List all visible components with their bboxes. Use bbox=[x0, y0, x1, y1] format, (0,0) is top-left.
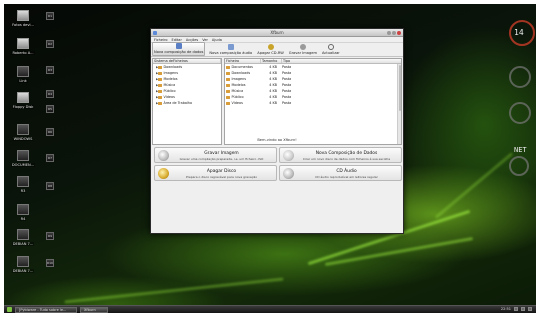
menu-ajuda[interactable]: Ajuda bbox=[212, 38, 222, 42]
toolbar-erase-cdrw-button[interactable]: Apagar CD-RW bbox=[256, 44, 285, 56]
net-gadget-label: NET bbox=[514, 146, 527, 154]
audio-cd-action-button[interactable]: CD Áudio CD áudio reproduzível em leitor… bbox=[279, 165, 402, 181]
refresh-icon bbox=[327, 44, 334, 50]
welcome-text: Bem-vindo ao Xfburn! bbox=[257, 138, 297, 142]
folder-icon bbox=[226, 95, 230, 99]
file-list[interactable]: Ficheiro Tamanho Tipo Documentos 4 KB Past… bbox=[224, 58, 402, 145]
desktop-icon-roberto[interactable]: Roberto A... bbox=[8, 38, 38, 55]
desktop-small-icon[interactable]: R9 bbox=[46, 232, 54, 240]
tray-network-icon[interactable] bbox=[514, 307, 518, 311]
audio-cd-icon bbox=[283, 168, 294, 179]
folder-icon bbox=[226, 71, 230, 75]
desktop-small-icon[interactable]: R8 bbox=[46, 182, 54, 190]
browser-panes: Sistema deFicheiros ▶Downloads ▶Imagens … bbox=[152, 58, 402, 145]
desktop-icon-windows[interactable]: WINDOWS bbox=[8, 124, 38, 141]
toolbar-new-data-composition-button[interactable]: Nova composição de dados bbox=[152, 42, 206, 56]
taskbar-task-browser[interactable]: [Pybiware - Tudo sobre le... bbox=[15, 306, 77, 313]
desktop-icon-r4[interactable]: R4 bbox=[8, 204, 38, 221]
audio-composition-icon bbox=[227, 44, 234, 50]
desktop-small-icon[interactable]: R7 bbox=[46, 154, 54, 162]
start-menu-icon[interactable] bbox=[7, 307, 12, 312]
taskbar-task-xfburn[interactable]: Xfburn bbox=[80, 306, 108, 313]
window-titlebar[interactable]: Xfburn bbox=[151, 29, 403, 37]
erase-disc-icon bbox=[267, 44, 274, 50]
file-list-scrollbar[interactable] bbox=[397, 64, 401, 144]
folder-icon bbox=[158, 71, 162, 75]
desktop-icon-link[interactable]: Link bbox=[8, 66, 38, 83]
desktop-icon-r3[interactable]: R3 bbox=[8, 176, 38, 193]
tree-item-area-de-trabalho[interactable]: ▶Área de Trabalho bbox=[153, 100, 221, 106]
new-data-composition-action-button[interactable]: Nova Composição de Dados Criar um novo d… bbox=[279, 147, 402, 163]
column-header-tipo[interactable]: Tipo bbox=[282, 59, 322, 63]
data-composition-icon bbox=[175, 43, 182, 49]
desktop-icon-documentos[interactable]: DOCUMEN... bbox=[8, 150, 38, 167]
folder-icon bbox=[158, 101, 162, 105]
menu-ficheiro[interactable]: Ficheiro bbox=[154, 38, 168, 42]
maximize-button[interactable] bbox=[392, 30, 396, 35]
tray-power-icon[interactable] bbox=[528, 307, 532, 311]
folder-icon bbox=[158, 83, 162, 87]
column-header-tamanho[interactable]: Tamanho bbox=[261, 59, 282, 63]
desktop-small-icon[interactable]: R2 bbox=[46, 40, 54, 48]
burn-image-action-button[interactable]: Gravar Imagem Gravar uma compilação prep… bbox=[154, 147, 277, 163]
wallpaper-streak bbox=[64, 277, 284, 304]
taskbar: [Pybiware - Tudo sobre le... Xfburn 22:5… bbox=[4, 305, 536, 313]
burn-image-icon bbox=[158, 150, 169, 161]
desktop-small-icon[interactable]: R4 bbox=[46, 90, 54, 98]
folder-icon bbox=[158, 65, 162, 69]
folder-icon bbox=[158, 89, 162, 93]
desktop-small-icon[interactable]: R10 bbox=[46, 259, 54, 267]
folder-icon bbox=[158, 95, 162, 99]
column-header-ficheiro[interactable]: Ficheiro bbox=[225, 59, 261, 63]
cpu-gadget bbox=[509, 66, 531, 88]
clock-gadget-time: 14 bbox=[514, 28, 524, 37]
erase-disc-action-button[interactable]: Apagar Disco Prepara o disco regravável … bbox=[154, 165, 277, 181]
menu-editar[interactable]: Editar bbox=[172, 38, 182, 42]
folder-icon bbox=[226, 89, 230, 93]
menu-accoes[interactable]: Acções bbox=[186, 38, 198, 42]
toolbar-refresh-button[interactable]: Actualizar bbox=[321, 44, 341, 56]
net-gadget bbox=[509, 156, 529, 176]
toolbar-burn-image-button[interactable]: Gravar Imagem bbox=[288, 44, 318, 56]
memory-gadget bbox=[509, 102, 531, 124]
desktop-small-icon[interactable]: R6 bbox=[46, 128, 54, 136]
desktop-icon-fotos[interactable]: Fotos devi... bbox=[8, 10, 38, 27]
desktop-icon-floppy[interactable]: Floppy Disk bbox=[8, 92, 38, 109]
toolbar-new-audio-composition-button[interactable]: Nova composição áudio bbox=[208, 44, 253, 56]
wallpaper-streak bbox=[434, 152, 514, 219]
desktop-small-icon[interactable]: R1 bbox=[46, 12, 54, 20]
toolbar: Nova composição de dados Nova composição… bbox=[151, 42, 403, 57]
desktop-icon-debian-2[interactable]: DEBIAN 7... bbox=[8, 256, 38, 273]
window-title: Xfburn bbox=[270, 30, 284, 35]
system-tray: 22:51 bbox=[501, 307, 532, 311]
folder-icon bbox=[226, 83, 230, 87]
desktop-small-icon[interactable]: R3 bbox=[46, 66, 54, 74]
minimize-button[interactable] bbox=[387, 30, 391, 35]
file-row[interactable]: Vídeos 4 KB Pasta bbox=[225, 100, 401, 106]
xfburn-window: Xfburn Ficheiro Editar Acções Ver Ajuda … bbox=[150, 28, 404, 234]
burn-image-icon bbox=[299, 44, 306, 50]
close-button[interactable] bbox=[397, 30, 401, 35]
desktop-small-icon[interactable]: R5 bbox=[46, 105, 54, 113]
filesystem-tree[interactable]: Sistema deFicheiros ▶Downloads ▶Imagens … bbox=[152, 58, 222, 145]
folder-icon bbox=[158, 77, 162, 81]
data-composition-icon bbox=[283, 150, 294, 161]
folder-icon bbox=[226, 77, 230, 81]
scrollbar-thumb[interactable] bbox=[398, 65, 401, 111]
folder-icon bbox=[226, 65, 230, 69]
folder-icon bbox=[226, 101, 230, 105]
tray-volume-icon[interactable] bbox=[521, 307, 525, 311]
taskbar-clock: 22:51 bbox=[500, 307, 511, 311]
menu-ver[interactable]: Ver bbox=[202, 38, 208, 42]
desktop-icon-debian-1[interactable]: DEBIAN 7... bbox=[8, 229, 38, 246]
erase-disc-icon bbox=[158, 168, 169, 179]
